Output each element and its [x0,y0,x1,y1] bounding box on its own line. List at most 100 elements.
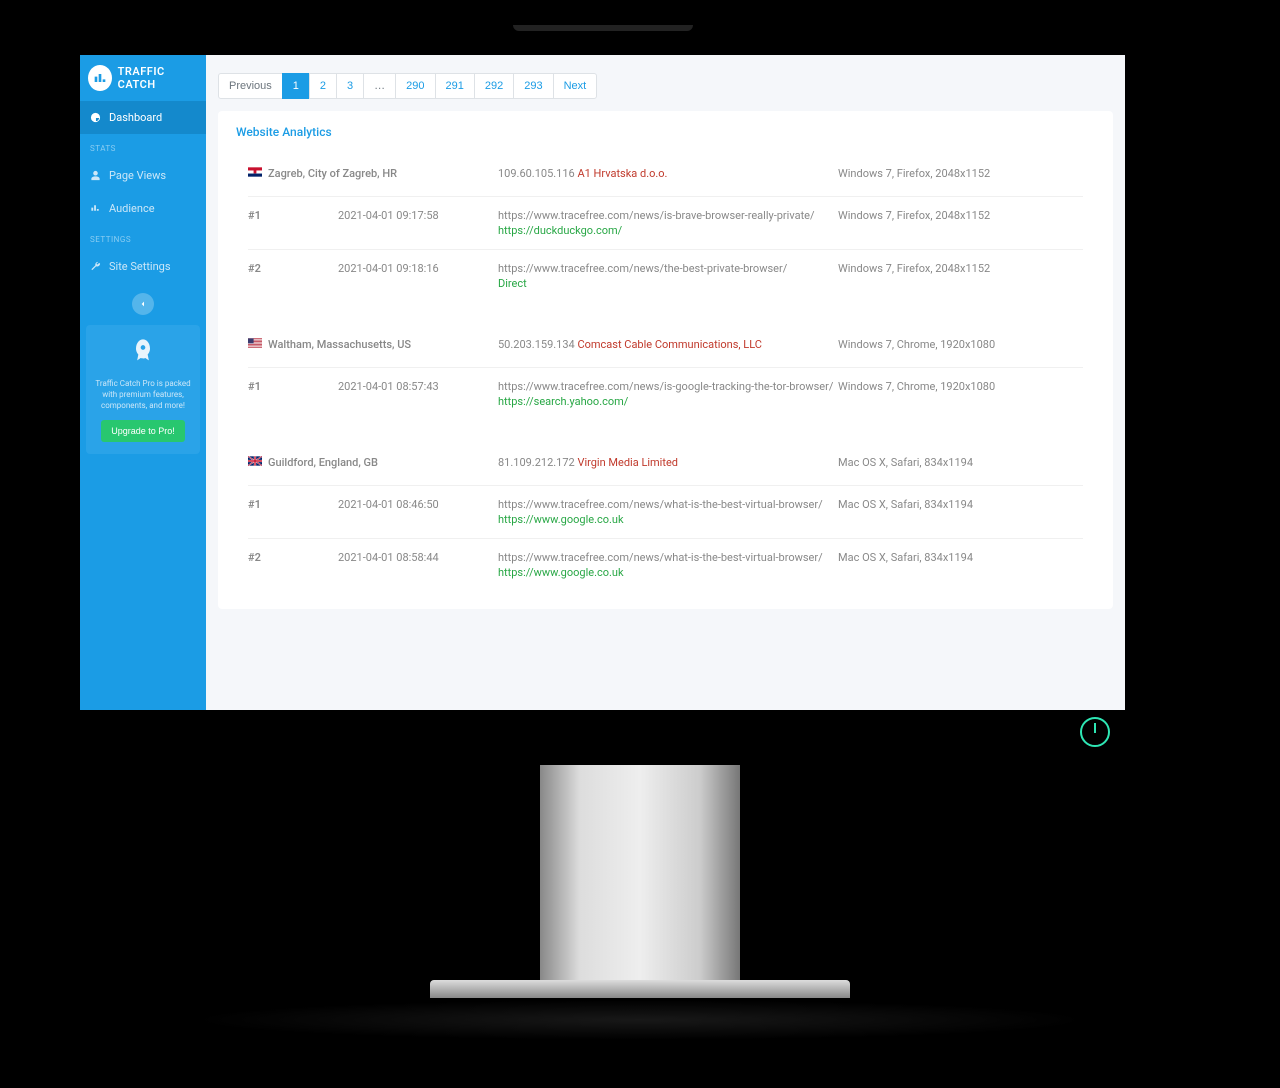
sidebar-item-label: Page Views [109,169,166,182]
pagination-page-3[interactable]: 3 [336,73,364,99]
visit-url[interactable]: https://www.tracefree.com/news/what-is-t… [498,498,838,511]
location-text: Waltham, Massachusetts, US [268,338,411,351]
visitors-list: Zagreb, City of Zagreb, HR 109.60.105.116… [218,149,1113,609]
visitor-location: Guildford, England, GB [248,456,498,469]
isp-text: Comcast Cable Communications, LLC [577,338,762,351]
monitor-stand [540,762,740,982]
brand-logo[interactable]: TRAFFIC CATCH [80,55,206,101]
visitor-ip: 50.203.159.134 Comcast Cable Communicati… [498,338,838,351]
visit-referrer[interactable]: https://duckduckgo.com/ [498,224,838,237]
visit-device: Windows 7, Firefox, 2048x1152 [838,262,1083,290]
location-text: Guildford, England, GB [268,456,378,469]
isp-text: Virgin Media Limited [577,456,678,469]
visit-url-col: https://www.tracefree.com/news/is-google… [498,380,838,408]
flag-icon [248,167,262,180]
visitor-ip: 81.109.212.172 Virgin Media Limited [498,456,838,469]
brand-icon [88,65,112,91]
visit-url[interactable]: https://www.tracefree.com/news/the-best-… [498,262,838,275]
visit-device: Mac OS X, Safari, 834x1194 [838,498,1083,526]
visit-url-col: https://www.tracefree.com/news/is-brave-… [498,209,838,237]
monitor-frame: TRAFFIC CATCH Dashboard STATS Page Views… [60,25,1145,765]
visit-referrer[interactable]: https://www.google.co.uk [498,566,838,579]
wrench-icon [90,261,101,272]
chart-icon [90,203,101,214]
visit-time: 2021-04-01 08:46:50 [338,498,498,526]
visit-time: 2021-04-01 09:18:16 [338,262,498,290]
chevron-left-icon [139,300,147,308]
user-icon [90,170,101,181]
card-title: Website Analytics [218,111,1113,149]
visitor-device: Windows 7, Firefox, 2048x1152 [838,167,1083,180]
visit-device: Mac OS X, Safari, 834x1194 [838,551,1083,579]
visit-url-col: https://www.tracefree.com/news/the-best-… [498,262,838,290]
ip-text: 81.109.212.172 [498,456,575,469]
analytics-card: Website Analytics Zagreb, City of Zagreb… [218,111,1113,609]
visitor-location: Zagreb, City of Zagreb, HR [248,167,498,180]
sidebar-item-audience[interactable]: Audience [80,192,206,225]
flag-icon [248,456,262,469]
pagination-page-292[interactable]: 292 [474,73,514,99]
sidebar-header-settings: SETTINGS [80,225,206,250]
upgrade-button[interactable]: Upgrade to Pro! [101,420,185,442]
monitor-shadow [190,1000,1090,1040]
visit-number: #1 [248,380,338,408]
sidebar-header-stats: STATS [80,134,206,159]
visitor-header: Zagreb, City of Zagreb, HR 109.60.105.116… [248,167,1083,197]
visit-row: #22021-04-01 09:18:16https://www.tracefr… [248,250,1083,302]
visit-number: #1 [248,209,338,237]
visit-row: #12021-04-01 09:17:58https://www.tracefr… [248,197,1083,250]
pagination-page-293[interactable]: 293 [513,73,553,99]
visit-referrer[interactable]: https://www.google.co.uk [498,513,838,526]
pagination-page-1[interactable]: 1 [282,73,310,99]
app-screen: TRAFFIC CATCH Dashboard STATS Page Views… [80,55,1125,710]
pagination-page-291[interactable]: 291 [435,73,475,99]
visit-row: #12021-04-01 08:46:50https://www.tracefr… [248,486,1083,539]
visit-url[interactable]: https://www.tracefree.com/news/is-brave-… [498,209,838,222]
visitor-ip: 109.60.105.116 A1 Hrvatska d.o.o. [498,167,838,180]
rocket-icon [94,337,192,372]
visit-number: #2 [248,551,338,579]
monitor-notch [513,25,693,31]
visitor-location: Waltham, Massachusetts, US [248,338,498,351]
sidebar: TRAFFIC CATCH Dashboard STATS Page Views… [80,55,206,710]
monitor-base [430,980,850,998]
ip-text: 50.203.159.134 [498,338,575,351]
sidebar-item-label: Audience [109,202,155,215]
visit-time: 2021-04-01 08:58:44 [338,551,498,579]
visit-referrer[interactable]: https://search.yahoo.com/ [498,395,838,408]
pagination-page-290[interactable]: 290 [395,73,435,99]
flag-icon [248,338,262,351]
location-text: Zagreb, City of Zagreb, HR [268,167,397,180]
sidebar-item-site-settings[interactable]: Site Settings [80,250,206,283]
visitor-block: Guildford, England, GB 81.109.212.172 Vir… [218,438,1113,609]
pagination-page-2[interactable]: 2 [309,73,337,99]
sidebar-item-label: Dashboard [109,111,162,124]
visit-row: #12021-04-01 08:57:43https://www.tracefr… [248,368,1083,420]
isp-text: A1 Hrvatska d.o.o. [577,167,667,180]
visitor-block: Zagreb, City of Zagreb, HR 109.60.105.116… [218,149,1113,320]
sidebar-item-label: Site Settings [109,260,171,273]
visit-url[interactable]: https://www.tracefree.com/news/is-google… [498,380,838,393]
visit-referrer[interactable]: Direct [498,277,838,290]
visit-url-col: https://www.tracefree.com/news/what-is-t… [498,498,838,526]
visit-time: 2021-04-01 08:57:43 [338,380,498,408]
visit-number: #2 [248,262,338,290]
dashboard-icon [90,112,101,123]
promo-text: Traffic Catch Pro is packed with premium… [94,378,192,412]
visitor-header: Guildford, England, GB 81.109.212.172 Vir… [248,456,1083,486]
visit-device: Windows 7, Firefox, 2048x1152 [838,209,1083,237]
visit-url[interactable]: https://www.tracefree.com/news/what-is-t… [498,551,838,564]
visitor-device: Mac OS X, Safari, 834x1194 [838,456,1083,469]
visitor-block: Waltham, Massachusetts, US 50.203.159.134… [218,320,1113,438]
sidebar-item-page-views[interactable]: Page Views [80,159,206,192]
pagination-ellipsis: … [363,73,396,99]
sidebar-collapse-button[interactable] [132,293,154,315]
sidebar-item-dashboard[interactable]: Dashboard [80,101,206,134]
ip-text: 109.60.105.116 [498,167,575,180]
visit-url-col: https://www.tracefree.com/news/what-is-t… [498,551,838,579]
pagination: Previous 1 2 3 … 290 291 292 293 Next [218,73,1113,99]
visit-row: #22021-04-01 08:58:44https://www.tracefr… [248,539,1083,591]
pagination-next[interactable]: Next [553,73,598,99]
brand-text: TRAFFIC CATCH [118,65,198,91]
pagination-previous[interactable]: Previous [218,73,283,99]
